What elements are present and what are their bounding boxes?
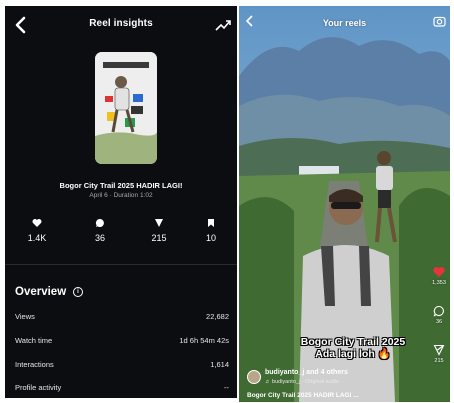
like-button[interactable]: 1,353 (428, 266, 450, 286)
likes-count: 1.4K (27, 233, 47, 243)
heart-icon (433, 267, 445, 277)
share-count: 215 (434, 358, 444, 364)
overlay-line-2: Ada lagi loh 🔥 (315, 348, 391, 360)
comments-count: 36 (94, 233, 105, 243)
overview-title: Overview (15, 286, 67, 298)
info-icon[interactable]: i (73, 287, 83, 297)
overview-row-views: Views 22,682 (15, 312, 229, 324)
author-name[interactable]: budiyanto_j and 4 others (265, 369, 348, 376)
row-value: 22,682 (206, 312, 229, 321)
heart-icon (32, 219, 42, 227)
reel-meta: April 6 · Duration 1:02 (89, 192, 153, 199)
reel-thumbnail[interactable] (95, 52, 157, 164)
row-label: Views (15, 312, 35, 321)
row-label: Profile activity (15, 383, 62, 392)
thumbnail-artwork (95, 52, 157, 164)
saves-count: 10 (205, 233, 216, 243)
row-value: 1d 6h 54m 42s (179, 336, 229, 345)
reel-title: Bogor City Trail 2025 HADIR LAGI! (59, 181, 183, 190)
video-overlay-caption: Bogor City Trail 2025 Ada lagi loh 🔥 (283, 336, 423, 360)
row-label: Watch time (15, 336, 53, 345)
reel-caption[interactable]: Bogor City Trail 2025 HADIR LAGI ... (247, 392, 359, 399)
comment-count: 36 (435, 319, 443, 325)
shares-count: 215 (151, 233, 167, 243)
bookmark-icon (208, 219, 214, 227)
engagement-stats: 1.4K 36 215 10 (5, 218, 237, 248)
overview-row-interactions: Interactions 1,614 (15, 360, 229, 372)
stat-saves: 10 (191, 218, 231, 243)
camera-icon[interactable] (433, 15, 446, 27)
insights-header: Reel insights (5, 6, 237, 44)
comment-button[interactable]: 36 (428, 305, 450, 325)
trending-icon[interactable] (215, 18, 231, 32)
comment-icon (95, 218, 104, 227)
page-title: Reel insights (89, 18, 153, 29)
overlay-line-1: Bogor City Trail 2025 (300, 336, 406, 348)
reels-topbar: Your reels (239, 6, 450, 34)
overview-row-watch-time: Watch time 1d 6h 54m 42s (15, 336, 229, 348)
stat-likes: 1.4K (17, 218, 57, 243)
row-label: Interactions (15, 360, 54, 369)
comment-icon (433, 305, 444, 317)
share-icon (155, 219, 163, 227)
avatar[interactable] (247, 370, 261, 384)
share-icon (433, 344, 445, 356)
stat-comments: 36 (80, 218, 120, 243)
stat-shares: 215 (139, 218, 179, 243)
row-value: -- (224, 383, 229, 392)
reel-player-panel[interactable]: Your reels 1,353 36 215 Bogor City Trail… (239, 6, 450, 402)
reels-title: Your reels (322, 18, 367, 28)
row-value: 1,614 (210, 360, 229, 369)
overview-row-profile-activity[interactable]: Profile activity -- (15, 383, 229, 395)
reel-insights-panel: Reel insights Bogor City Trail 2025 HADI… (5, 6, 237, 398)
section-divider (5, 264, 237, 265)
like-count: 1,353 (432, 280, 446, 286)
audio-label[interactable]: ♬ budiyanto_j · Original audio (265, 379, 339, 385)
share-button[interactable]: 215 (428, 344, 450, 364)
